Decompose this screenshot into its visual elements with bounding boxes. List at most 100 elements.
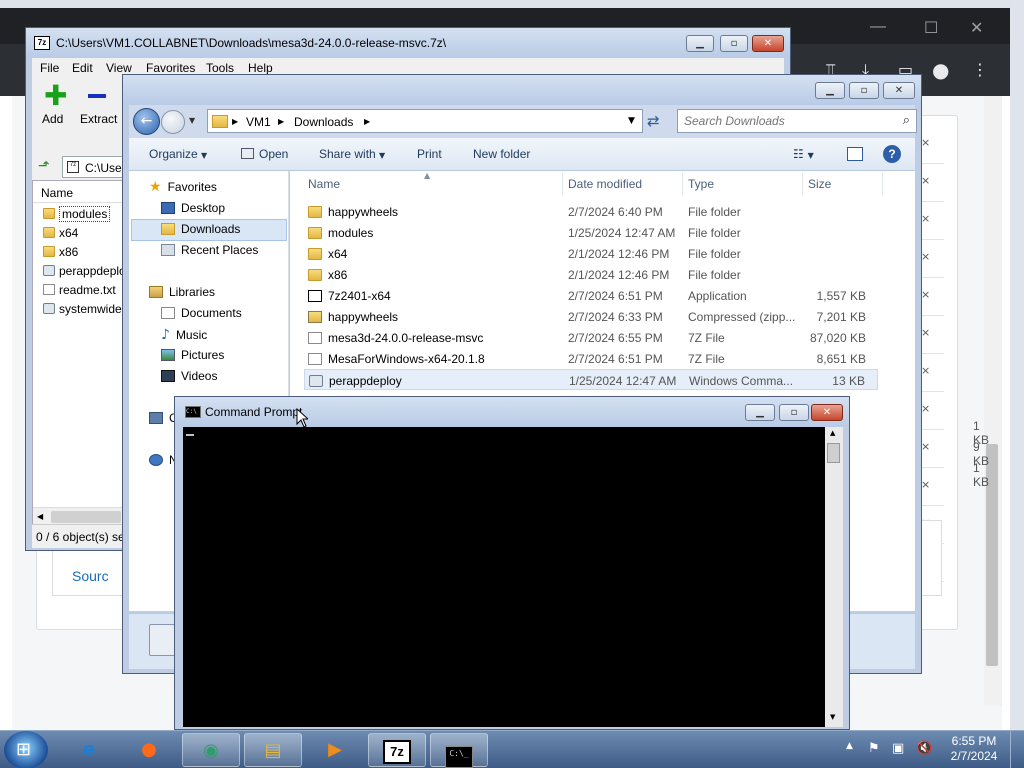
print-button[interactable]: Print <box>417 147 442 161</box>
menu-help[interactable]: Help <box>248 61 273 75</box>
table-row[interactable]: mesa3d-24.0.0-release-msvc 2/7/2024 6:55… <box>304 327 878 348</box>
table-row[interactable]: x64 2/1/2024 12:46 PM File folder <box>304 243 878 264</box>
edge-icon[interactable]: ◉ <box>182 733 240 767</box>
search-input[interactable] <box>684 114 884 128</box>
extract-button[interactable]: Extract <box>80 82 120 126</box>
close-icon[interactable]: ✕ <box>970 18 983 38</box>
chevron-down-icon[interactable]: ▼ <box>628 116 635 126</box>
list-item[interactable]: perappdeplo <box>43 264 126 278</box>
scroll-up-icon[interactable]: ▲ <box>830 429 835 437</box>
more-menu-icon[interactable]: ⋮ <box>972 60 988 79</box>
search-icon[interactable]: ⌕ <box>903 113 910 128</box>
cmd-titlebar[interactable]: C:\ Command Prompt ▁ ▫ ✕ <box>175 397 849 427</box>
breadcrumb[interactable]: ▶ VM1 ▶ Downloads ▶ ▼ <box>207 109 643 133</box>
firefox-icon[interactable]: ● <box>120 733 178 767</box>
clock[interactable]: 6:55 PM 2/7/2024 <box>946 734 1002 764</box>
scroll-left-icon[interactable]: ◀ <box>37 512 43 521</box>
sevenzip-titlebar[interactable]: 7z C:\Users\VM1.COLLABNET\Downloads\mesa… <box>26 28 790 58</box>
breadcrumb-vm1[interactable]: VM1 <box>246 115 271 129</box>
add-button[interactable]: ✚ Add <box>38 82 78 127</box>
view-options-icon[interactable]: ☷ ▼ <box>793 147 814 161</box>
zip-folder-icon <box>308 311 322 323</box>
back-button[interactable]: ← <box>133 108 160 135</box>
sevenzip-maximize-button[interactable]: ▫ <box>720 35 748 52</box>
menu-view[interactable]: View <box>106 61 132 75</box>
cmd-scroll-thumb[interactable] <box>827 443 840 463</box>
nav-favorites[interactable]: ★ Favorites <box>149 179 217 195</box>
open-button[interactable]: Open <box>241 147 288 161</box>
volume-muted-icon[interactable]: 🔇 <box>916 741 932 756</box>
cmd-taskbar-icon[interactable]: C:\_ <box>430 733 488 768</box>
up-folder-icon[interactable]: ⬏ <box>38 158 50 174</box>
cmd-close-button[interactable]: ✕ <box>811 404 843 421</box>
help-icon[interactable]: ? <box>883 145 901 163</box>
menu-favorites[interactable]: Favorites <box>146 61 195 75</box>
source-link[interactable]: Sourc <box>72 568 109 584</box>
table-row[interactable]: x86 2/1/2024 12:46 PM File folder <box>304 264 878 285</box>
nav-videos[interactable]: Videos <box>161 369 217 383</box>
refresh-icon[interactable]: ⇄ <box>647 112 660 130</box>
cmd-minimize-button[interactable]: ▁ <box>745 404 775 421</box>
cmd-console[interactable] <box>183 427 825 727</box>
table-row[interactable]: 7z2401-x64 2/7/2024 6:51 PM Application … <box>304 285 878 306</box>
col-separator[interactable] <box>682 173 683 195</box>
action-center-flag-icon[interactable]: ⚑ <box>868 741 880 756</box>
list-item[interactable]: modules <box>43 206 111 222</box>
sevenzip-minimize-button[interactable]: ▁ <box>686 35 714 52</box>
list-item[interactable]: readme.txt <box>43 283 116 297</box>
minimize-icon[interactable]: — <box>870 18 886 36</box>
recent-pages-icon[interactable]: ▼ <box>189 116 195 125</box>
show-desktop-button[interactable] <box>1010 731 1024 768</box>
nav-downloads[interactable]: Downloads <box>161 222 240 236</box>
explorer-titlebar[interactable]: ▁ ▫ ✕ <box>123 75 921 105</box>
nav-documents[interactable]: Documents <box>161 306 242 320</box>
col-type[interactable]: Type <box>688 177 714 191</box>
col-separator[interactable] <box>882 173 883 195</box>
list-item[interactable]: x64 <box>43 226 78 240</box>
col-date-modified[interactable]: Date modified <box>568 177 642 191</box>
table-row[interactable]: happywheels 2/7/2024 6:33 PM Compressed … <box>304 306 878 327</box>
organize-button[interactable]: Organize ▼ <box>149 147 207 161</box>
sevenzip-taskbar-icon[interactable]: 7z <box>368 733 426 767</box>
file-explorer-icon[interactable]: ▤ <box>244 733 302 767</box>
maximize-icon[interactable]: ☐ <box>924 18 938 38</box>
col-name[interactable]: Name <box>308 177 340 191</box>
menu-file[interactable]: File <box>40 61 59 75</box>
show-hidden-icons[interactable]: ▲ <box>846 741 853 751</box>
table-row[interactable]: modules 1/25/2024 12:47 AM File folder <box>304 222 878 243</box>
cmd-scrollbar[interactable]: ▲ ▼ <box>825 427 843 727</box>
new-folder-button[interactable]: New folder <box>473 147 530 161</box>
nav-recent-places[interactable]: Recent Places <box>161 243 258 257</box>
nav-pictures[interactable]: Pictures <box>161 348 224 362</box>
profile-icon[interactable]: ● <box>932 58 949 82</box>
col-separator[interactable] <box>802 173 803 195</box>
network-tray-icon[interactable]: ▣ <box>892 741 904 756</box>
explorer-maximize-button[interactable]: ▫ <box>849 82 879 99</box>
start-button[interactable]: ⊞ <box>4 731 48 768</box>
menu-tools[interactable]: Tools <box>206 61 234 75</box>
col-size[interactable]: Size <box>808 177 831 191</box>
breadcrumb-downloads[interactable]: Downloads <box>294 115 353 129</box>
nav-desktop[interactable]: Desktop <box>161 201 225 215</box>
nav-libraries[interactable]: Libraries <box>149 285 215 299</box>
table-row[interactable]: happywheels 2/7/2024 6:40 PM File folder <box>304 201 878 222</box>
forward-button[interactable] <box>161 110 185 134</box>
list-item[interactable]: x86 <box>43 245 78 259</box>
table-row[interactable]: perappdeploy 1/25/2024 12:47 AM Windows … <box>304 369 878 390</box>
preview-pane-icon[interactable] <box>847 147 863 161</box>
internet-explorer-icon[interactable]: e <box>60 733 118 767</box>
sevenzip-close-button[interactable]: ✕ <box>752 35 784 52</box>
sevenzip-col-name[interactable]: Name <box>41 186 73 200</box>
scroll-down-icon[interactable]: ▼ <box>830 713 835 721</box>
col-separator[interactable] <box>562 173 563 195</box>
sevenzip-hscroll-thumb[interactable] <box>51 511 121 523</box>
cmd-maximize-button[interactable]: ▫ <box>779 404 809 421</box>
media-player-icon[interactable]: ▶ <box>306 733 364 767</box>
explorer-minimize-button[interactable]: ▁ <box>815 82 845 99</box>
menu-edit[interactable]: Edit <box>72 61 93 75</box>
list-item[interactable]: systemwidec <box>43 302 128 316</box>
nav-music[interactable]: ♪ Music <box>161 327 207 343</box>
table-row[interactable]: MesaForWindows-x64-20.1.8 2/7/2024 6:51 … <box>304 348 878 369</box>
share-with-button[interactable]: Share with ▼ <box>319 147 385 161</box>
explorer-close-button[interactable]: ✕ <box>883 82 915 99</box>
